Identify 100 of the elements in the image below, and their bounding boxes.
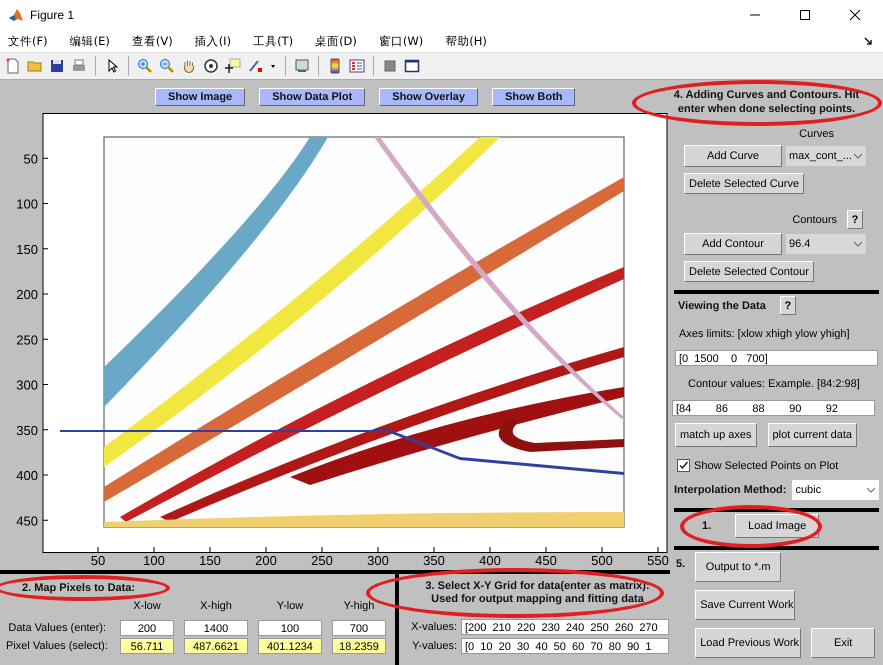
zoom-in-icon[interactable] — [137, 58, 153, 74]
window-icon[interactable] — [404, 58, 420, 74]
menu-item[interactable]: 文件(F) — [8, 34, 48, 48]
tick-label: 50 — [24, 151, 38, 166]
tick-label: 300 — [16, 378, 38, 392]
dropdown[interactable]: 96.4 — [786, 234, 866, 254]
menu-item[interactable]: 工具(T) — [253, 34, 294, 48]
square-icon[interactable] — [382, 58, 398, 74]
dropdown[interactable]: max_cont_... — [786, 146, 866, 166]
tick-label: 350 — [423, 553, 445, 568]
tick-label: 100 — [143, 553, 165, 568]
legend-icon[interactable] — [349, 58, 365, 74]
printer-icon[interactable] — [71, 58, 87, 74]
chevron-icon — [853, 241, 863, 247]
delete-contour-button[interactable]: Delete Selected Contour — [684, 261, 814, 282]
value-field[interactable]: 56.711 — [120, 638, 174, 654]
row-label: Pixel Values (select): — [6, 640, 109, 652]
load-image-button[interactable]: Load Image — [735, 514, 820, 538]
section-label: Curves — [798, 128, 835, 140]
dock-arrow-icon[interactable] — [863, 36, 873, 46]
input-field[interactable]: [0 10 20 30 40 50 60 70 80 90 1 — [461, 638, 669, 654]
menu-item[interactable]: 窗口(W) — [378, 34, 424, 48]
hand-icon[interactable] — [181, 58, 197, 74]
output-button[interactable]: Output to *.m — [695, 552, 782, 582]
chevron-icon — [853, 153, 863, 159]
tick-label: 550 — [647, 553, 669, 568]
dropdown[interactable]: cubic — [792, 480, 879, 500]
step-label: 5. — [676, 558, 686, 570]
window-title: Figure 1 — [30, 8, 74, 22]
data-cursor-icon[interactable] — [225, 58, 241, 74]
view-button[interactable]: Show Both — [492, 88, 576, 106]
exit-button[interactable]: Exit — [811, 628, 876, 658]
value-field[interactable]: 18.2359 — [332, 638, 386, 654]
brush-icon[interactable] — [247, 58, 263, 74]
value-field[interactable]: 401.1234 — [258, 638, 322, 654]
field-label: Contour values: Example. [84:2:98] — [688, 378, 861, 390]
section-heading: enter when done selecting points. — [676, 102, 856, 116]
step-label: 1. — [702, 520, 712, 532]
input-field[interactable]: [84 86 88 90 92 — [672, 400, 875, 416]
menu-item[interactable]: 帮助(H) — [445, 34, 487, 48]
column-header: X-high — [199, 600, 233, 614]
section-heading: Used for output mapping and fitting data — [430, 593, 645, 606]
field-label: Y-values: — [411, 640, 457, 652]
tick-label: 200 — [16, 287, 38, 302]
tick-label: 250 — [311, 553, 333, 568]
tick-label: 450 — [535, 553, 557, 568]
tick-label: 50 — [90, 553, 106, 568]
input-field[interactable]: [0 1500 0 700] — [675, 350, 878, 366]
chevron-icon — [866, 487, 876, 493]
tick-label: 150 — [199, 553, 221, 568]
tick-label: 250 — [16, 332, 38, 348]
menu-item[interactable]: 插入(I) — [194, 34, 232, 48]
input-field[interactable]: 700 — [332, 620, 386, 636]
delete-curve-button[interactable]: Delete Selected Curve — [684, 173, 804, 194]
field-label: Interpolation Method: — [674, 484, 786, 496]
menu-item[interactable]: 桌面(D) — [315, 34, 357, 48]
save-icon[interactable] — [49, 58, 65, 74]
column-header: Y-low — [276, 600, 304, 614]
app-logo-icon — [8, 7, 24, 23]
view-button[interactable]: Show Image — [155, 88, 246, 106]
add-contour-button[interactable]: Add Contour — [684, 233, 782, 255]
tick-label: 100 — [16, 196, 38, 212]
column-header: X-low — [132, 600, 162, 614]
tick-label: 350 — [16, 422, 38, 438]
tick-label: 400 — [479, 553, 501, 568]
input-field[interactable]: 1400 — [184, 620, 248, 636]
maximize-icon[interactable] — [799, 9, 811, 21]
tick-label: 500 — [591, 553, 613, 568]
section-heading: 2. Map Pixels to Data: — [22, 582, 136, 594]
checkbox[interactable] — [677, 459, 690, 472]
tick-label: 150 — [16, 242, 38, 257]
new-file-icon[interactable] — [5, 58, 21, 74]
view-button[interactable]: Show Data Plot — [259, 88, 366, 106]
plot-data-button[interactable]: plot current data — [768, 423, 858, 447]
load-work-button[interactable]: Load Previous Work — [695, 628, 802, 658]
help-button[interactable]: ? — [780, 296, 796, 315]
menu-item[interactable]: 编辑(E) — [70, 34, 110, 48]
match-axes-button[interactable]: match up axes — [675, 423, 757, 447]
tick-label: 450 — [16, 513, 38, 528]
help-button[interactable]: ? — [847, 210, 863, 229]
input-field[interactable]: 100 — [258, 620, 322, 636]
zoom-out-icon[interactable] — [159, 58, 175, 74]
checkbox-label: Show Selected Points on Plot — [694, 460, 838, 472]
column-header: Y-high — [342, 600, 376, 614]
tick-label: 400 — [16, 468, 38, 483]
section-heading: 3. Select X-Y Grid for data(enter as matrix): — [424, 580, 651, 593]
close-icon[interactable] — [849, 9, 861, 21]
save-work-button[interactable]: Save Current Work — [695, 590, 796, 620]
add-curve-button[interactable]: Add Curve — [684, 145, 782, 167]
tick-label: 300 — [367, 553, 389, 568]
field-label: Axes limits: [xlow xhigh ylow yhigh] — [679, 328, 851, 340]
input-field[interactable]: 200 — [120, 620, 174, 636]
section-label: Contours — [792, 214, 837, 226]
field-label: X-values: — [410, 621, 457, 633]
value-field[interactable]: 487.6621 — [184, 638, 248, 654]
input-field[interactable]: [200 210 220 230 240 250 260 270 — [461, 619, 669, 635]
section-heading: Viewing the Data — [678, 300, 766, 312]
tick-label: 200 — [255, 553, 277, 568]
menu-item[interactable]: 查看(V) — [132, 34, 173, 48]
view-button[interactable]: Show Overlay — [379, 88, 478, 106]
